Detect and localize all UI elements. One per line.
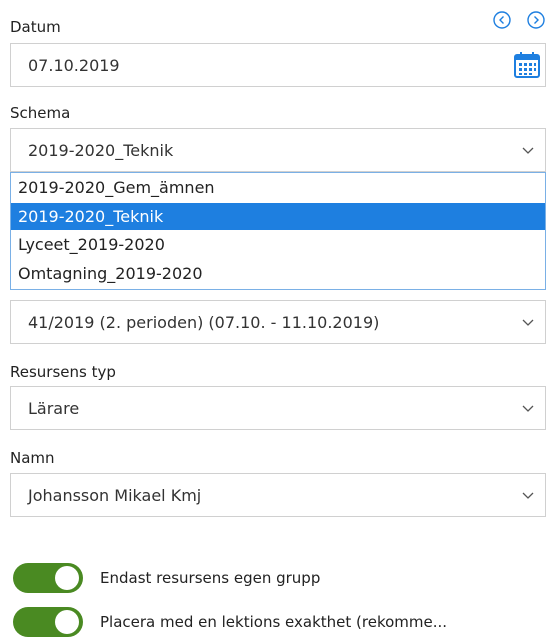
chevron-down-icon — [522, 405, 534, 412]
schema-option-selected[interactable]: 2019-2020_Teknik — [11, 203, 545, 230]
schema-selected-value: 2019-2020_Teknik — [28, 141, 174, 160]
schedule-form: Datum 07.10.2019 Schema 2019-2020_Teknik — [0, 0, 549, 639]
resource-type-label: Resursens typ — [10, 363, 116, 381]
name-value: Johansson Mikael Kmj — [28, 486, 202, 505]
resource-type-value: Lärare — [28, 399, 80, 418]
schema-select[interactable]: 2019-2020_Teknik — [10, 128, 546, 172]
chevron-down-icon — [522, 147, 534, 154]
period-select[interactable]: 41/2019 (2. perioden) (07.10. - 11.10.20… — [10, 300, 546, 344]
toggle-knob — [55, 610, 79, 634]
lesson-precision-toggle-label: Placera med en lektions exakthet (rekomm… — [100, 613, 448, 631]
lesson-precision-toggle[interactable] — [13, 607, 83, 637]
date-label: Datum — [10, 18, 61, 36]
date-value: 07.10.2019 — [28, 56, 120, 75]
name-select[interactable]: Johansson Mikael Kmj — [10, 473, 546, 517]
toggle-knob — [55, 566, 79, 590]
name-label: Namn — [10, 449, 55, 467]
calendar-icon[interactable] — [512, 50, 542, 80]
chevron-down-icon — [522, 319, 534, 326]
schema-option[interactable]: Omtagning_2019-2020 — [11, 260, 545, 287]
chevron-right-circle-icon[interactable] — [527, 11, 545, 29]
schema-option[interactable]: Lyceet_2019-2020 — [11, 231, 545, 258]
schema-label: Schema — [10, 104, 71, 122]
own-group-toggle[interactable] — [13, 563, 83, 593]
schema-option[interactable]: 2019-2020_Gem_ämnen — [11, 174, 545, 201]
resource-type-select[interactable]: Lärare — [10, 386, 546, 430]
period-value: 41/2019 (2. perioden) (07.10. - 11.10.20… — [28, 313, 380, 332]
own-group-toggle-label: Endast resursens egen grupp — [100, 569, 321, 587]
schema-dropdown-list: 2019-2020_Gem_ämnen 2019-2020_Teknik Lyc… — [10, 172, 546, 290]
date-input[interactable]: 07.10.2019 — [10, 43, 546, 87]
chevron-left-circle-icon[interactable] — [493, 11, 511, 29]
chevron-down-icon — [522, 492, 534, 499]
